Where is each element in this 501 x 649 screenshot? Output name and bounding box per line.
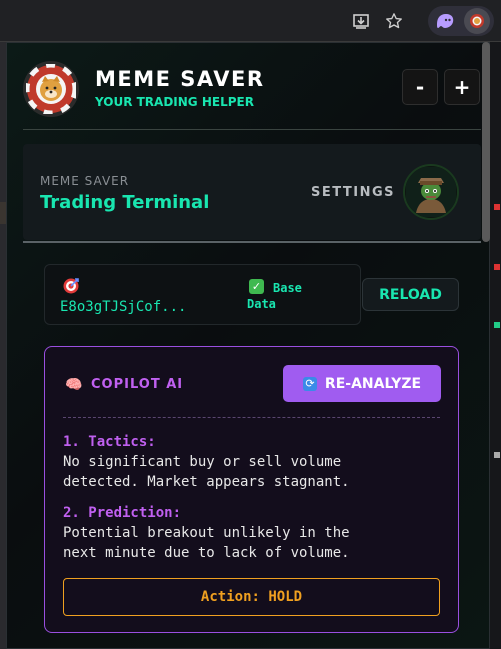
settings-avatar[interactable] — [403, 164, 459, 220]
terminal-title: Trading Terminal — [40, 192, 210, 213]
action-recommendation: Action: HOLD — [63, 578, 440, 616]
base-data-label: Base Data — [247, 281, 302, 311]
target-icon — [63, 278, 79, 294]
trading-terminal-card: MEME SAVER Trading Terminal SETTINGS — [23, 144, 481, 240]
settings-link[interactable]: SETTINGS — [311, 185, 395, 200]
tactics-line-2: detected. Market appears stagnant. — [63, 474, 350, 490]
browser-toolbar — [0, 0, 501, 42]
copilot-ai-card: 🧠 COPILOT AI ⟳ RE-ANALYZE 1. Tactics: No… — [44, 346, 459, 633]
token-info-card: E8o3gTJSjCof... ✓ Base Data — [44, 264, 361, 325]
header-divider — [23, 129, 481, 130]
background-page-right — [490, 42, 501, 649]
ghost-extension-icon[interactable] — [432, 8, 458, 34]
meme-saver-logo — [23, 61, 79, 117]
prediction-line-1: Potential breakout unlikely in the — [63, 525, 350, 541]
popup-header: MEME SAVER YOUR TRADING HELPER - + — [23, 61, 481, 119]
brain-icon: 🧠 — [65, 377, 83, 393]
decrease-size-button[interactable]: - — [402, 69, 438, 105]
tactics-heading: 1. Tactics: — [63, 434, 156, 450]
copilot-divider — [63, 417, 440, 418]
re-analyze-button[interactable]: ⟳ RE-ANALYZE — [283, 365, 441, 402]
app-subtitle: YOUR TRADING HELPER — [95, 95, 254, 109]
increase-size-button[interactable]: + — [444, 69, 480, 105]
prediction-heading: 2. Prediction: — [63, 505, 182, 521]
reload-button[interactable]: RELOAD — [362, 278, 459, 311]
token-address: E8o3gTJSjCof... — [60, 299, 187, 315]
copilot-title: COPILOT AI — [91, 377, 184, 392]
meme-saver-popup: MEME SAVER YOUR TRADING HELPER - + MEME … — [6, 42, 490, 649]
download-icon[interactable] — [348, 8, 374, 34]
app-title: MEME SAVER — [95, 67, 265, 91]
popup-scrollbar[interactable] — [482, 42, 490, 242]
re-analyze-label: RE-ANALYZE — [324, 375, 422, 392]
tactics-line-1: No significant buy or sell volume — [63, 454, 342, 470]
star-icon[interactable] — [381, 8, 407, 34]
terminal-divider — [23, 241, 481, 243]
meme-extension-icon[interactable] — [464, 8, 490, 34]
prediction-line-2: next minute due to lack of volume. — [63, 545, 350, 561]
terminal-overline: MEME SAVER — [40, 174, 130, 188]
refresh-icon: ⟳ — [302, 376, 317, 391]
